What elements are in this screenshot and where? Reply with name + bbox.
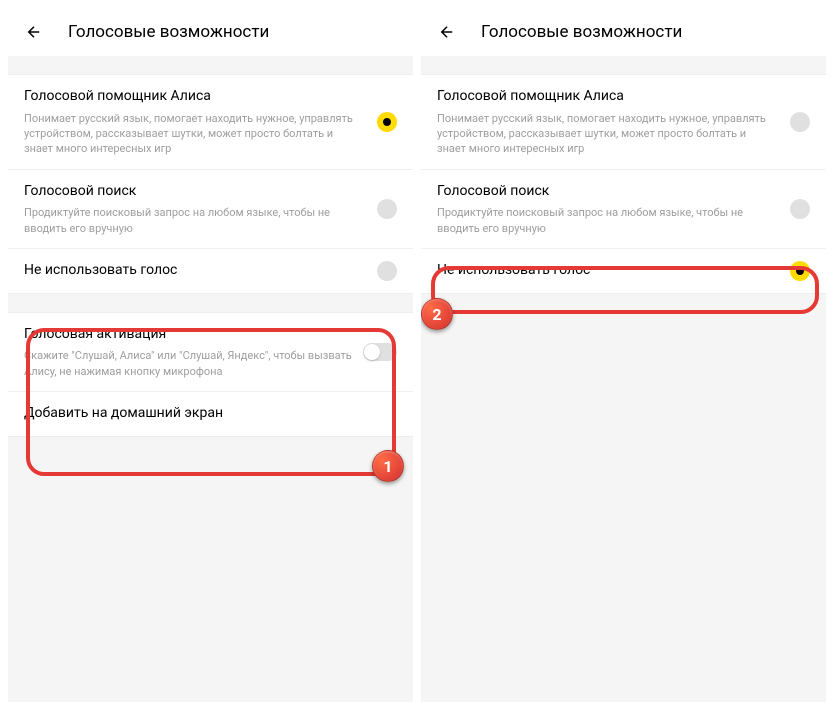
row-title: Голосовая активация [24,325,357,345]
radio[interactable] [790,112,810,132]
radio[interactable] [377,261,397,281]
option-search[interactable]: Голосовой поиск Продиктуйте поисковый за… [8,169,413,248]
option-title: Голосовой поиск [24,182,357,202]
arrow-left-icon [25,23,43,41]
option-alisa[interactable]: Голосовой помощник Алиса Понимает русски… [421,75,826,169]
activation-group: Голосовая активация Скажите "Слушай, Али… [8,312,413,437]
radio-selected[interactable] [790,261,810,281]
page-title: Голосовые возможности [68,22,269,42]
option-title: Голосовой помощник Алиса [24,87,357,107]
radio[interactable] [790,199,810,219]
back-button[interactable] [24,22,44,42]
option-search[interactable]: Голосовой поиск Продиктуйте поисковый за… [421,169,826,248]
voice-options-group: Голосовой помощник Алиса Понимает русски… [421,74,826,294]
screen-right: Голосовые возможности Голосовой помощник… [421,8,826,702]
option-title: Не использовать голос [24,261,357,281]
option-title: Голосовой помощник Алиса [437,87,770,107]
arrow-left-icon [438,23,456,41]
option-title: Голосовой поиск [437,182,770,202]
annotation-badge: 2 [421,298,453,330]
header: Голосовые возможности [421,8,826,56]
option-desc: Понимает русский язык, помогает находить… [24,111,357,157]
back-button[interactable] [437,22,457,42]
radio[interactable] [377,199,397,219]
row-desc: Скажите "Слушай, Алиса" или "Слушай, Янд… [24,348,357,379]
voice-options-group: Голосовой помощник Алиса Понимает русски… [8,74,413,294]
option-novoice[interactable]: Не использовать голос [421,248,826,293]
add-home-row[interactable]: Добавить на домашний экран [8,391,413,436]
row-title: Добавить на домашний экран [24,404,357,424]
option-novoice[interactable]: Не использовать голос [8,248,413,293]
option-desc: Продиктуйте поисковый запрос на любом яз… [437,205,770,236]
option-alisa[interactable]: Голосовой помощник Алиса Понимает русски… [8,75,413,169]
screen-left: Голосовые возможности Голосовой помощник… [8,8,413,702]
radio-selected[interactable] [377,112,397,132]
header: Голосовые возможности [8,8,413,56]
option-desc: Продиктуйте поисковый запрос на любом яз… [24,205,357,236]
toggle-off[interactable] [363,343,397,361]
option-desc: Понимает русский язык, помогает находить… [437,111,770,157]
page-title: Голосовые возможности [481,22,682,42]
annotation-badge: 1 [372,450,404,482]
voice-activation-row[interactable]: Голосовая активация Скажите "Слушай, Али… [8,313,413,391]
option-title: Не использовать голос [437,261,770,281]
